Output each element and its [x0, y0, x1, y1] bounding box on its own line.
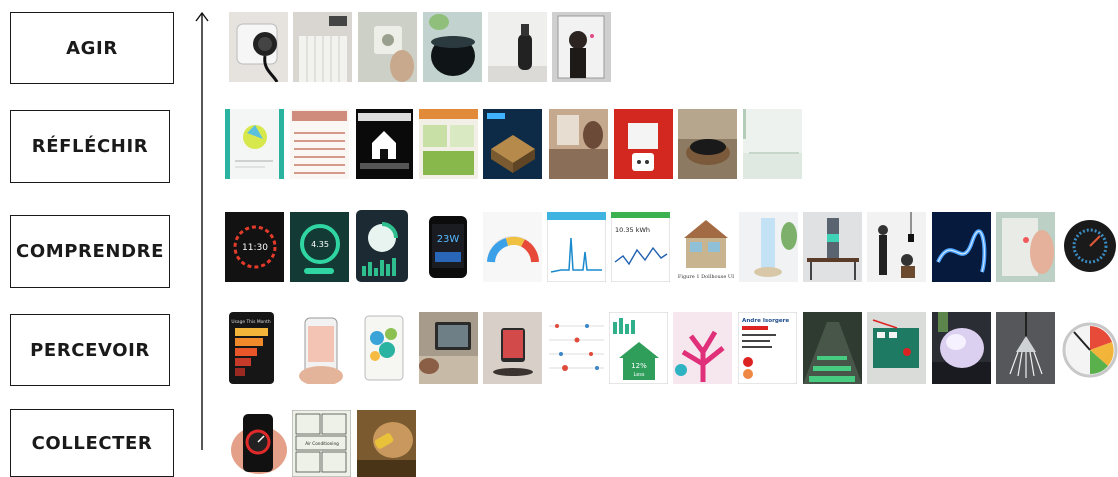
pendant-light-photo	[996, 312, 1055, 384]
usage-this-month-screen: Usage This Month	[229, 312, 274, 384]
street-projection-photo	[803, 312, 862, 384]
hand-sensor-photo	[357, 410, 416, 477]
bubble-phone-app	[355, 312, 414, 384]
plan-label: Air Conditioning	[305, 441, 339, 446]
spike-graph-screen	[547, 212, 606, 282]
gauge-phone-app	[356, 210, 408, 282]
stage-box-reflechir: RÉFLÉCHIR	[10, 110, 170, 183]
energy-value: 4.35	[311, 240, 329, 249]
arc-gauge-chart	[483, 212, 542, 282]
glass-tower-light-photo	[739, 212, 798, 282]
tablet-desk-photo	[419, 312, 478, 384]
stage-box-agir: AGIR	[10, 12, 174, 84]
stacked-column-photo	[803, 212, 862, 282]
stage-label: COLLECTER	[31, 432, 153, 454]
phone-stand-photo	[483, 312, 542, 384]
andre-isorgere-sheet: Andre Isorgere	[738, 312, 797, 384]
stage-label: COMPRENDRE	[16, 241, 164, 262]
stage-box-collecter: COLLECTER	[10, 409, 174, 477]
stage-label: RÉFLÉCHIR	[31, 136, 149, 157]
dark-dial-device	[1060, 212, 1118, 282]
color-wheel-meter	[1060, 312, 1118, 384]
ferrofluid-device-photo	[678, 109, 737, 179]
stage-label: AGIR	[66, 37, 118, 59]
mirror-display-photo	[552, 12, 611, 82]
neon-cable-photo	[932, 212, 991, 282]
kwh-reading: 10.35 kWh	[615, 226, 650, 234]
red-wall-plug-photo	[614, 109, 673, 179]
heater-photo	[293, 12, 352, 82]
black-phone-23w: 23W	[419, 212, 478, 282]
figure-caption: Figure 1 Dollhouse UI	[678, 274, 734, 280]
kitchen-photo	[549, 109, 608, 179]
isometric-house-screen	[483, 109, 542, 179]
percent-readout: 12%	[631, 362, 647, 370]
glowing-orb-lamp-photo	[932, 312, 991, 384]
wall-switch-photo	[358, 12, 417, 82]
pale-room-photo	[743, 109, 802, 179]
stage-label: PERCEVOIR	[30, 339, 150, 361]
floor-plan-sheet: Air Conditioning	[292, 410, 351, 477]
usage-title: Usage This Month	[231, 319, 270, 325]
sensor-device-photo	[423, 12, 482, 82]
finger-touch-photo	[996, 212, 1055, 282]
house-12-less-dashboard: 12% Less	[609, 312, 668, 384]
stage-box-percevoir: PERCEVOIR	[10, 314, 170, 386]
clock-time: 11:30	[242, 243, 268, 253]
dot-timeline-chart	[547, 312, 606, 384]
dollhouse-ui-figure: Figure 1 Dollhouse UI	[676, 212, 735, 282]
dark-house-screen	[356, 109, 413, 179]
smart-plug-photo	[229, 12, 288, 82]
lamp-device-photo	[488, 12, 547, 82]
stage-box-comprendre: COMPRENDRE	[10, 215, 170, 288]
less-label: Less	[634, 372, 645, 378]
plant-dashboard-screen	[419, 109, 478, 179]
coral-illustration	[673, 312, 732, 384]
hand-iphone-photo	[291, 312, 350, 384]
clock-ring-app: 11:30	[225, 212, 284, 282]
green-energy-app: 4.35	[290, 212, 349, 282]
power-readout: 23W	[437, 234, 460, 245]
gauge-iphone-photo	[229, 410, 288, 477]
person-name: Andre Isorgere	[742, 318, 789, 324]
people-pendant-photo	[867, 212, 926, 282]
teal-app-screen	[225, 109, 284, 179]
wave-report-screen	[290, 109, 349, 179]
arduino-board-photo	[867, 312, 926, 384]
kwh-report-screen: 10.35 kWh	[611, 212, 670, 282]
